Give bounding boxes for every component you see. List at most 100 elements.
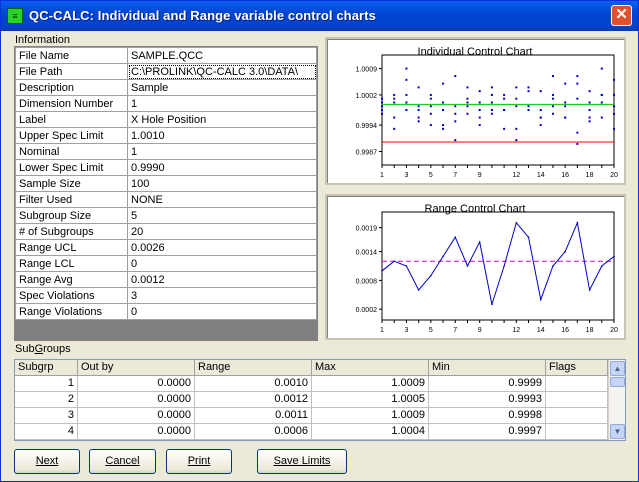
scroll-down-icon[interactable]: ▼ (610, 424, 625, 439)
info-row[interactable]: File Path C:\PROLINK\QC-CALC 3.0\DATA\ (15, 63, 317, 80)
vertical-scrollbar[interactable]: ▲ ▼ (608, 360, 625, 440)
data-point (515, 105, 518, 108)
table-row[interactable]: 4 0.0000 0.0006 1.0004 0.9997 (15, 424, 608, 440)
data-point (613, 78, 615, 81)
info-value[interactable]: 20 (127, 223, 317, 240)
table-cell: 0.0006 (195, 424, 312, 440)
info-value[interactable]: 0.0012 (127, 271, 317, 288)
data-point (527, 236, 530, 238)
table-cell (546, 392, 608, 408)
info-value[interactable]: 1 (127, 143, 317, 160)
data-point (417, 289, 420, 291)
cancel-button[interactable]: Cancel (89, 449, 156, 474)
scroll-up-icon[interactable]: ▲ (610, 361, 625, 376)
info-row[interactable]: Sample Size 100 (15, 175, 317, 192)
title-bar[interactable]: ≡ QC-CALC: Individual and Range variable… (1, 1, 638, 31)
info-value[interactable]: 100 (127, 175, 317, 192)
info-row[interactable]: # of Subgroups 20 (15, 223, 317, 240)
x-tick-label: 1 (380, 172, 384, 179)
data-point (576, 131, 579, 134)
info-value[interactable]: 1 (127, 95, 317, 112)
x-tick-label: 7 (453, 172, 457, 179)
info-value[interactable]: 0 (127, 303, 317, 320)
save-limits-button[interactable]: Save Limits (257, 449, 347, 474)
info-row[interactable]: Spec Violations 3 (15, 287, 317, 304)
info-row[interactable]: Range Avg 0.0012 (15, 271, 317, 288)
x-tick-label: 16 (561, 327, 569, 334)
data-point (600, 265, 603, 267)
data-point (429, 124, 432, 127)
data-point (478, 109, 481, 111)
data-point (478, 116, 481, 119)
data-point (551, 75, 554, 78)
x-tick-label: 1 (380, 327, 384, 334)
info-row[interactable]: Range LCL 0 (15, 255, 317, 272)
data-point (588, 289, 591, 291)
info-row[interactable]: Range UCL 0.0026 (15, 239, 317, 256)
information-grid[interactable]: File Name SAMPLE.QCC File Path C:\PROLINK\Q… (14, 46, 318, 341)
info-row[interactable]: Label X Hole Position (15, 111, 317, 128)
column-header[interactable]: Out by (78, 360, 195, 376)
data-point (478, 90, 481, 93)
column-header[interactable]: Min (429, 360, 546, 376)
info-value[interactable]: NONE (127, 191, 317, 208)
info-key: Upper Spec Limit (15, 127, 128, 144)
x-tick-label: 3 (404, 172, 408, 179)
subgroups-header: Subgrp Out by Range Max Min Flags (15, 360, 608, 376)
data-point (527, 90, 530, 93)
data-point (405, 265, 408, 267)
scroll-thumb[interactable] (610, 377, 625, 387)
next-button[interactable]: Next (14, 449, 80, 474)
subgroups-label: SubGroups (15, 343, 71, 355)
info-value[interactable]: 0.9990 (127, 159, 317, 176)
column-header[interactable]: Range (195, 360, 312, 376)
info-value[interactable]: 1.0010 (127, 127, 317, 144)
info-value[interactable]: 3 (127, 287, 317, 304)
data-point (478, 241, 481, 243)
info-value[interactable]: 0 (127, 255, 317, 272)
info-row[interactable]: Filter Used NONE (15, 191, 317, 208)
data-point (381, 112, 383, 115)
table-row[interactable]: 1 0.0000 0.0010 1.0009 0.9999 (15, 376, 608, 392)
info-value[interactable]: 0.0026 (127, 239, 317, 256)
table-row[interactable]: 2 0.0000 0.0012 1.0005 0.9993 (15, 392, 608, 408)
info-row[interactable]: Dimension Number 1 (15, 95, 317, 112)
info-row[interactable]: File Name SAMPLE.QCC (15, 47, 317, 64)
close-icon[interactable]: ✕ (611, 5, 632, 26)
info-key: File Name (15, 47, 128, 64)
data-point (503, 97, 506, 100)
info-value[interactable]: C:\PROLINK\QC-CALC 3.0\DATA\ (127, 63, 317, 80)
info-row[interactable]: Nominal 1 (15, 143, 317, 160)
app-icon: ≡ (7, 8, 23, 24)
data-point (405, 109, 408, 111)
table-cell: 4 (15, 424, 78, 440)
info-row[interactable]: Upper Spec Limit 1.0010 (15, 127, 317, 144)
info-row[interactable]: Range Violations 0 (15, 303, 317, 320)
data-point (613, 255, 615, 258)
data-point (381, 105, 383, 108)
info-value[interactable]: 5 (127, 207, 317, 224)
info-value[interactable]: X Hole Position (127, 111, 317, 128)
info-key: Sample Size (15, 175, 128, 192)
info-row[interactable]: Lower Spec Limit 0.9990 (15, 159, 317, 176)
data-point (539, 109, 542, 111)
data-point (527, 105, 530, 108)
info-row[interactable]: Description Sample (15, 79, 317, 96)
column-header[interactable]: Max (312, 360, 429, 376)
x-tick-label: 12 (512, 327, 520, 334)
data-point (393, 97, 396, 100)
print-button[interactable]: Print (166, 449, 232, 474)
next-label: Next (35, 455, 59, 467)
data-point (393, 260, 396, 262)
column-header[interactable]: Flags (546, 360, 608, 376)
info-value[interactable]: SAMPLE.QCC (127, 47, 317, 64)
data-point (429, 112, 432, 115)
data-point (490, 93, 493, 96)
table-row[interactable]: 3 0.0000 0.0011 1.0009 0.9998 (15, 408, 608, 424)
data-point (466, 112, 469, 115)
info-value[interactable]: Sample (127, 79, 317, 96)
column-header[interactable]: Subgrp (15, 360, 78, 376)
data-point (466, 105, 469, 108)
info-row[interactable]: Subgroup Size 5 (15, 207, 317, 224)
subgroups-grid[interactable]: Subgrp Out by Range Max Min Flags 1 0.0000 0.00… (14, 359, 626, 441)
